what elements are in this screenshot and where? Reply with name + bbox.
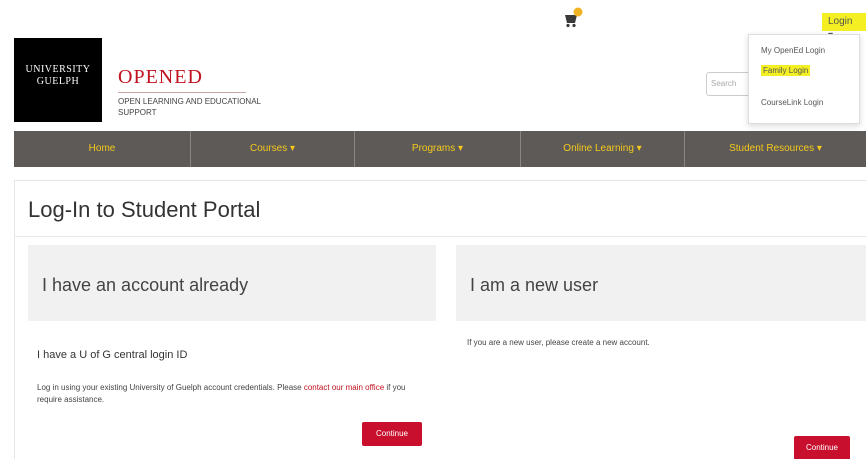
menu-item-my-opened-login[interactable]: My OpenEd Login	[761, 45, 825, 56]
nav-home[interactable]: Home	[14, 131, 190, 167]
nav-student-resources[interactable]: Student Resources ▾	[684, 131, 866, 167]
existing-account-header: I have an account already	[28, 245, 436, 321]
main-nav: Home Courses ▾ Programs ▾ Online Learnin…	[14, 131, 866, 167]
existing-account-text: Log in using your existing University of…	[37, 382, 417, 406]
top-bar: Login ▾	[0, 0, 866, 41]
university-logo[interactable]: UNIVERSITY GUELPH	[14, 38, 102, 122]
central-login-subheading: I have a U of G central login ID	[37, 349, 188, 361]
logo-line-university: UNIVERSITY	[25, 64, 91, 75]
continue-new-user-button[interactable]: Continue	[794, 436, 850, 459]
logo-line-guelph: GUELPH	[36, 76, 80, 87]
nav-online-learning[interactable]: Online Learning ▾	[520, 131, 684, 167]
new-user-heading: I am a new user	[470, 275, 599, 295]
login-dropdown-toggle[interactable]: Login ▾	[822, 13, 866, 41]
brand-tagline: OPEN LEARNING AND EDUCATIONAL SUPPORT	[118, 97, 261, 117]
continue-existing-button[interactable]: Continue	[362, 422, 422, 446]
existing-account-heading: I have an account already	[42, 275, 249, 295]
logo-text: UNIVERSITY GUELPH	[22, 64, 94, 88]
existing-text-before: Log in using your existing University of…	[37, 383, 304, 392]
brand-name[interactable]: OPENED	[118, 66, 203, 89]
login-label: Login	[828, 16, 853, 27]
nav-programs[interactable]: Programs ▾	[354, 131, 520, 167]
menu-item-family-login[interactable]: Family Login	[761, 65, 811, 76]
search-input[interactable]: Search	[706, 72, 752, 96]
login-menu: My OpenEd Login Family Login CourseLink …	[748, 34, 860, 124]
title-divider	[14, 236, 866, 237]
menu-item-courselink-login[interactable]: CourseLink Login	[761, 97, 823, 108]
contact-office-link[interactable]: contact our main office	[304, 383, 384, 392]
new-user-header: I am a new user	[456, 245, 866, 321]
brand-divider	[118, 92, 246, 93]
new-user-text: If you are a new user, please create a n…	[467, 338, 650, 347]
nav-courses[interactable]: Courses ▾	[190, 131, 354, 167]
page-title: Log-In to Student Portal	[28, 197, 261, 222]
cart-icon[interactable]	[562, 6, 584, 28]
